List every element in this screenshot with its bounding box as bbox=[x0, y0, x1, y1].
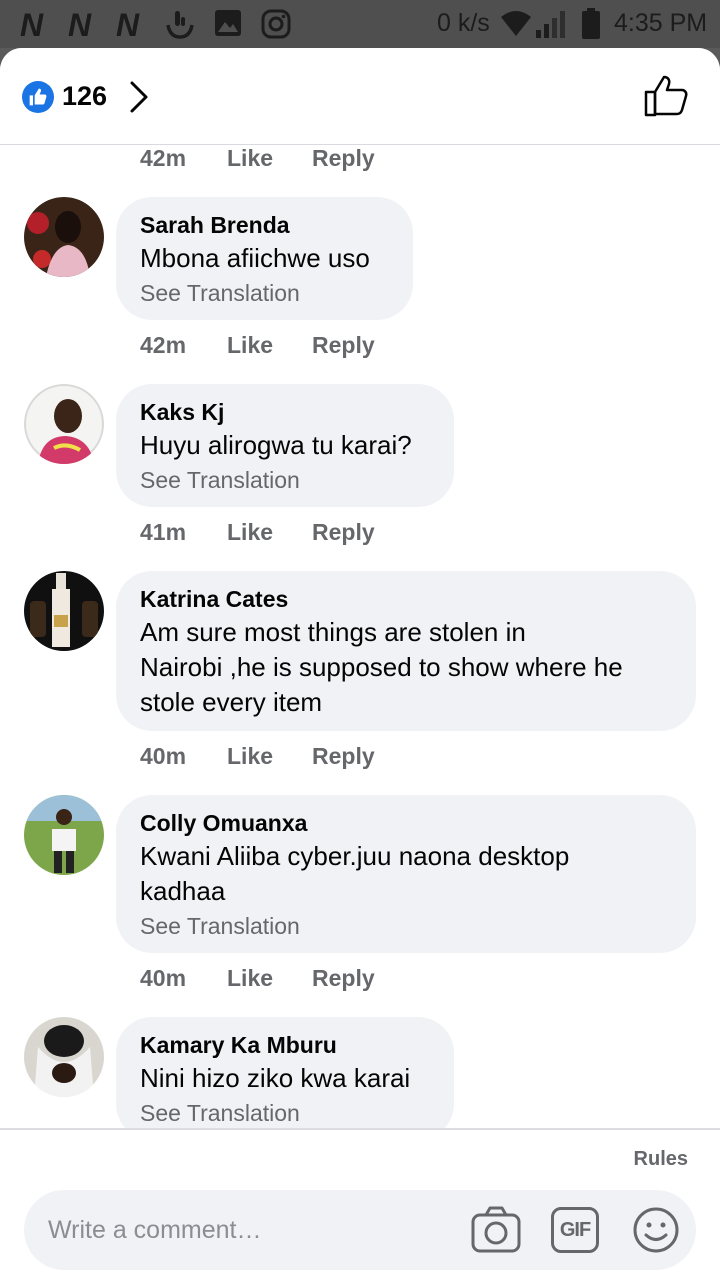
reactions-header: 126 bbox=[0, 48, 720, 145]
comment-time: 40m bbox=[140, 965, 187, 991]
like-link[interactable]: Like bbox=[227, 332, 273, 359]
like-link[interactable]: Like bbox=[227, 965, 273, 992]
emoji-icon[interactable] bbox=[632, 1206, 680, 1254]
comment-list: 42m Like Reply Sarah Brenda Mbona afiich… bbox=[0, 145, 720, 1128]
reply-link[interactable]: Reply bbox=[312, 965, 375, 992]
see-translation-link[interactable]: See Translation bbox=[140, 465, 430, 495]
comments-sheet: 126 42m Like Reply Sarah Brenda Mbona af… bbox=[0, 48, 720, 1280]
comment-text: Huyu alirogwa tu karai? bbox=[140, 430, 412, 460]
camera-icon[interactable] bbox=[471, 1206, 521, 1254]
comment-text: Nairobi ,he is supposed to show where he bbox=[140, 652, 623, 682]
comment-text: stole every item bbox=[140, 687, 323, 717]
like-reaction-icon bbox=[22, 81, 54, 113]
network-speed: 0 k/s bbox=[437, 9, 490, 37]
n-notification-icon: N bbox=[20, 7, 43, 43]
comment-text: kadhaa bbox=[140, 876, 226, 906]
thumbs-up-icon[interactable] bbox=[644, 74, 690, 118]
status-bar: N N N 0 k/s 4:35 PM bbox=[0, 0, 720, 48]
reply-link[interactable]: Reply bbox=[312, 332, 375, 359]
reply-link[interactable]: Reply bbox=[312, 519, 375, 546]
rules-link[interactable]: Rules bbox=[634, 1148, 688, 1171]
comment-composer[interactable]: GIF bbox=[24, 1190, 696, 1270]
avatar[interactable] bbox=[24, 197, 104, 277]
comment-time: 40m bbox=[140, 743, 187, 769]
see-translation-link[interactable]: See Translation bbox=[140, 911, 672, 941]
signal-icon bbox=[536, 11, 565, 38]
comment-footer: Rules GIF bbox=[0, 1128, 720, 1280]
n-notification-icon: N bbox=[68, 7, 91, 43]
comment-input[interactable] bbox=[48, 1210, 468, 1250]
comment-text: Kwani Aliiba cyber.juu naona desktop bbox=[140, 841, 570, 871]
comment-bubble[interactable]: Sarah Brenda Mbona afiichwe uso See Tran… bbox=[116, 197, 413, 320]
comment-time: 42m bbox=[140, 332, 187, 358]
like-link[interactable]: Like bbox=[227, 743, 273, 770]
commenter-name[interactable]: Colly Omuanxa bbox=[140, 808, 672, 838]
battery-icon bbox=[582, 8, 600, 39]
clock: 4:35 PM bbox=[614, 9, 708, 37]
n-notification-icon: N bbox=[116, 7, 139, 43]
comment-bubble[interactable]: Colly Omuanxa Kwani Aliiba cyber.juu nao… bbox=[116, 795, 696, 953]
see-translation-link[interactable]: See Translation bbox=[140, 1098, 430, 1128]
gallery-icon bbox=[215, 10, 241, 36]
avatar[interactable] bbox=[24, 1017, 104, 1097]
avatar[interactable] bbox=[24, 384, 104, 464]
commenter-name[interactable]: Katrina Cates bbox=[140, 584, 672, 614]
comment-time: 41m bbox=[140, 519, 187, 545]
reaction-count[interactable]: 126 bbox=[62, 81, 107, 112]
comment-bubble[interactable]: Kamary Ka Mburu Nini hizo ziko kwa karai… bbox=[116, 1017, 454, 1128]
commenter-name[interactable]: Kamary Ka Mburu bbox=[140, 1030, 430, 1060]
avatar[interactable] bbox=[24, 795, 104, 875]
like-link[interactable]: Like bbox=[227, 145, 273, 172]
gif-icon[interactable]: GIF bbox=[551, 1207, 599, 1253]
like-link[interactable]: Like bbox=[227, 519, 273, 546]
comment-text: Mbona afiichwe uso bbox=[140, 243, 370, 273]
commenter-name[interactable]: Kaks Kj bbox=[140, 397, 430, 427]
comment-text: Am sure most things are stolen in bbox=[140, 617, 526, 647]
see-translation-link[interactable]: See Translation bbox=[140, 278, 389, 308]
chevron-right-icon[interactable] bbox=[127, 79, 151, 115]
instagram-icon bbox=[261, 9, 291, 39]
touch-icon bbox=[166, 11, 194, 39]
comment-time: 42m bbox=[140, 145, 187, 171]
commenter-name[interactable]: Sarah Brenda bbox=[140, 210, 389, 240]
avatar[interactable] bbox=[24, 571, 104, 651]
gif-label: GIF bbox=[559, 1218, 591, 1241]
reply-link[interactable]: Reply bbox=[312, 743, 375, 770]
reply-link[interactable]: Reply bbox=[312, 145, 375, 172]
comment-bubble[interactable]: Kaks Kj Huyu alirogwa tu karai? See Tran… bbox=[116, 384, 454, 507]
comment-bubble[interactable]: Katrina Cates Am sure most things are st… bbox=[116, 571, 696, 731]
comment-text: Nini hizo ziko kwa karai bbox=[140, 1063, 411, 1093]
wifi-icon bbox=[501, 11, 531, 36]
